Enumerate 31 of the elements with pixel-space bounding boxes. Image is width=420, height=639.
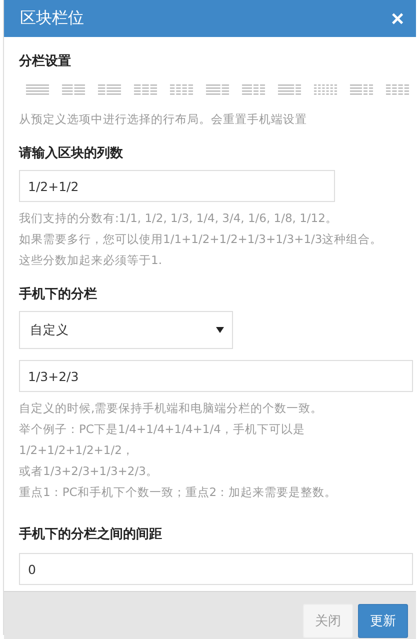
layout-preset-icon[interactable] xyxy=(314,84,337,95)
layout-preset-icon[interactable] xyxy=(134,84,157,95)
help-text: 或者1/3+2/3+1/3+2/3。 xyxy=(19,463,159,480)
field-label: 手机下的分栏之间的间距 xyxy=(19,526,163,543)
update-button[interactable]: 更新 xyxy=(358,604,408,638)
input-field[interactable]: 1/2+1/2 xyxy=(19,170,335,202)
help-text: 自定义的时候,需要保持手机端和电脑端分栏的个数一致。 xyxy=(19,400,324,417)
close-button[interactable]: × xyxy=(389,8,406,30)
select-dropdown[interactable]: 自定义 xyxy=(19,311,233,349)
input-field[interactable]: 1/3+2/3 xyxy=(19,360,413,392)
description-text: 从预定义选项中进行选择的行布局。会重置手机端设置 xyxy=(19,111,308,128)
field-label: 手机下的分栏 xyxy=(19,286,98,303)
caret-icon xyxy=(216,327,224,333)
layout-preset-icon[interactable] xyxy=(26,84,49,95)
layout-preset-icon[interactable] xyxy=(62,84,85,95)
layout-preset-icon[interactable] xyxy=(242,84,265,95)
layout-preset-icon[interactable] xyxy=(350,84,373,95)
input-field[interactable]: 0 xyxy=(19,553,413,585)
field-label: 请输入区块的列数 xyxy=(19,144,124,162)
layout-preset-icon[interactable] xyxy=(206,84,229,95)
help-text: 举个例子：PC下是1/4+1/4+1/4+1/4，手机下可以是1/2+1/2+1/2+1/2， xyxy=(19,421,306,459)
help-text: 如果需要多行，您可以使用1/1+1/2+1/2+1/3+1/3+1/3这种组合。 xyxy=(19,231,384,248)
layout-preset-icon[interactable] xyxy=(278,84,301,95)
layout-preset-icon[interactable] xyxy=(386,84,409,95)
help-text: 我们支持的分数有:1/1, 1/2, 1/3, 1/4, 3/4, 1/6, 1/8, 1/12。 xyxy=(19,210,338,227)
window-title: 区块栏位 xyxy=(20,8,84,29)
section-title: 分栏设置 xyxy=(19,53,72,70)
help-text: 这些分数加起来必须等于1. xyxy=(19,252,163,269)
layout-preset-icon[interactable] xyxy=(98,84,121,95)
layout-preset-icon[interactable] xyxy=(170,84,193,95)
help-text: 重点1：PC和手机下个数一致；重点2：加起来需要是整数。 xyxy=(19,484,338,501)
